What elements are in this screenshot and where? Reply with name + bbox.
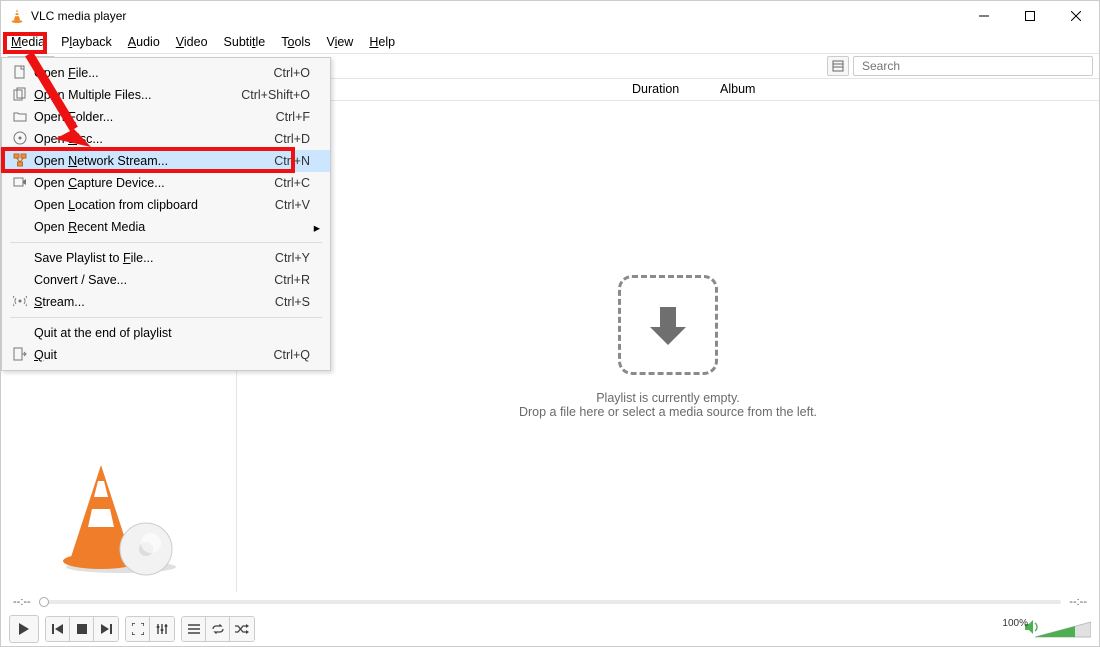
drop-target[interactable] <box>618 275 718 375</box>
disc-icon <box>10 131 30 148</box>
menuitem-shortcut: Ctrl+O <box>274 66 310 80</box>
menu-view[interactable]: View <box>318 33 361 51</box>
network-icon <box>10 153 30 170</box>
menuitem-shortcut: Ctrl+R <box>274 273 310 287</box>
menuitem-open-capture-device[interactable]: Open Capture Device...Ctrl+C <box>2 172 330 194</box>
play-button[interactable] <box>9 615 39 643</box>
stop-button[interactable] <box>70 617 94 641</box>
col-duration[interactable]: Duration <box>624 79 712 100</box>
menuitem-shortcut: Ctrl+Y <box>275 251 310 265</box>
menuitem-open-multiple-files[interactable]: Open Multiple Files...Ctrl+Shift+O <box>2 84 330 106</box>
menuitem-open-location-from-clipboard[interactable]: Open Location from clipboardCtrl+V <box>2 194 330 216</box>
menuitem-label: Open Folder... <box>30 110 276 124</box>
volume-slider[interactable] <box>1035 620 1091 638</box>
volume-control[interactable]: 100% <box>1025 620 1091 639</box>
seek-bar-row: --:-- --:-- <box>1 592 1099 612</box>
menu-media[interactable]: Media <box>3 33 53 51</box>
menuitem-shortcut: Ctrl+Q <box>274 348 310 362</box>
folder-icon <box>10 109 30 126</box>
menuitem-open-file[interactable]: Open File...Ctrl+O <box>2 62 330 84</box>
menu-audio[interactable]: Audio <box>120 33 168 51</box>
menuitem-label: Open Disc... <box>30 132 274 146</box>
menuitem-stream[interactable]: Stream...Ctrl+S <box>2 291 330 313</box>
menuitem-convert-save[interactable]: Convert / Save...Ctrl+R <box>2 269 330 291</box>
menu-playback[interactable]: Playback <box>53 33 120 51</box>
playlist-button[interactable] <box>182 617 206 641</box>
app-window: VLC media player Media Playback Audio Vi… <box>0 0 1100 647</box>
fullscreen-button[interactable] <box>126 617 150 641</box>
next-button[interactable] <box>94 617 118 641</box>
time-total: --:-- <box>1069 596 1087 608</box>
empty-line2: Drop a file here or select a media sourc… <box>519 405 817 419</box>
media-dropdown: Open File...Ctrl+OOpen Multiple Files...… <box>1 57 331 371</box>
menuitem-shortcut: Ctrl+Shift+O <box>241 88 310 102</box>
menu-tools[interactable]: Tools <box>273 33 318 51</box>
empty-playlist: Playlist is currently empty. Drop a file… <box>237 101 1099 592</box>
close-button[interactable] <box>1053 1 1099 31</box>
menu-subtitle[interactable]: Subtitle <box>216 33 274 51</box>
menuitem-quit[interactable]: QuitCtrl+Q <box>2 344 330 366</box>
ext-settings-button[interactable] <box>150 617 174 641</box>
menuitem-label: Open File... <box>30 66 274 80</box>
vlc-cone-icon <box>9 8 25 24</box>
menuitem-label: Open Capture Device... <box>30 176 274 190</box>
empty-line1: Playlist is currently empty. <box>596 391 740 405</box>
menuitem-label: Open Location from clipboard <box>30 198 275 212</box>
toolbar-view-mode-button[interactable] <box>827 56 849 76</box>
file-icon <box>10 65 30 82</box>
menu-separator <box>10 317 322 318</box>
menuitem-label: Quit <box>30 348 274 362</box>
menuitem-label: Open Network Stream... <box>30 154 274 168</box>
menu-video[interactable]: Video <box>168 33 216 51</box>
menuitem-shortcut: Ctrl+C <box>274 176 310 190</box>
menuitem-label: Convert / Save... <box>30 273 274 287</box>
prev-button[interactable] <box>46 617 70 641</box>
quit-icon <box>10 347 30 364</box>
menuitem-open-network-stream[interactable]: Open Network Stream...Ctrl+N <box>2 150 330 172</box>
volume-percent: 100% <box>1002 618 1028 629</box>
vlc-logo <box>51 457 181 582</box>
menuitem-label: Open Multiple Files... <box>30 88 241 102</box>
menuitem-shortcut: Ctrl+N <box>274 154 310 168</box>
loop-button[interactable] <box>206 617 230 641</box>
menubar: Media Playback Audio Video Subtitle Tool… <box>1 31 1099 53</box>
col-album[interactable]: Album <box>712 79 763 100</box>
menuitem-open-folder[interactable]: Open Folder...Ctrl+F <box>2 106 330 128</box>
menuitem-save-playlist-to-file[interactable]: Save Playlist to File...Ctrl+Y <box>2 247 330 269</box>
column-headers: Duration Album <box>237 79 1099 101</box>
download-arrow-icon <box>642 299 694 351</box>
menuitem-open-recent-media[interactable]: Open Recent Media▸ <box>2 216 330 238</box>
stream-icon <box>10 294 30 311</box>
window-title: VLC media player <box>31 9 126 23</box>
titlebar: VLC media player <box>1 1 1099 31</box>
menuitem-label: Stream... <box>30 295 275 309</box>
menu-help[interactable]: Help <box>361 33 403 51</box>
search-input[interactable] <box>860 58 1086 74</box>
seek-track[interactable] <box>39 600 1062 604</box>
seek-knob[interactable] <box>39 597 49 607</box>
shuffle-button[interactable] <box>230 617 254 641</box>
menuitem-label: Open Recent Media <box>30 220 310 234</box>
menuitem-shortcut: Ctrl+D <box>274 132 310 146</box>
menu-separator <box>10 242 322 243</box>
menuitem-shortcut: Ctrl+S <box>275 295 310 309</box>
search-box[interactable] <box>853 56 1093 76</box>
files-icon <box>10 87 30 104</box>
menuitem-shortcut: Ctrl+F <box>276 110 310 124</box>
player-controls: 100% <box>1 612 1099 646</box>
menuitem-label: Quit at the end of playlist <box>30 326 310 340</box>
menuitem-shortcut: Ctrl+V <box>275 198 310 212</box>
maximize-button[interactable] <box>1007 1 1053 31</box>
minimize-button[interactable] <box>961 1 1007 31</box>
main-area: Duration Album Playlist is currently emp… <box>237 79 1099 592</box>
submenu-arrow-icon: ▸ <box>310 220 320 235</box>
time-elapsed: --:-- <box>13 596 31 608</box>
menuitem-quit-at-the-end-of-playlist[interactable]: Quit at the end of playlist <box>2 322 330 344</box>
menuitem-label: Save Playlist to File... <box>30 251 275 265</box>
menuitem-open-disc[interactable]: Open Disc...Ctrl+D <box>2 128 330 150</box>
capture-icon <box>10 175 30 192</box>
